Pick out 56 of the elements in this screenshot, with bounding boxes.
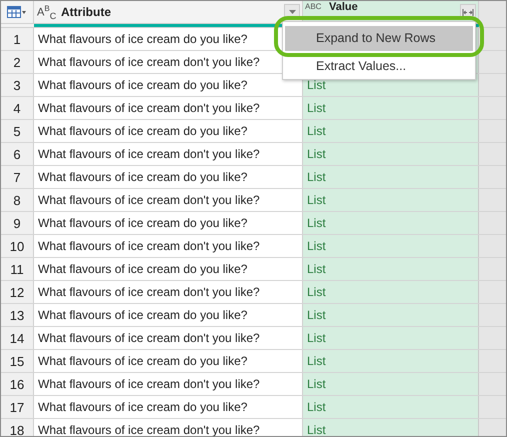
table-cell: What flavours of ice cream don't you like? — [34, 143, 303, 165]
row-number: 10 — [1, 235, 34, 257]
list-link[interactable]: List — [307, 331, 326, 345]
row-number: 12 — [1, 281, 34, 303]
table-cell: What flavours of ice cream don't you like? — [34, 235, 303, 257]
table-cell: What flavours of ice cream do you like? — [34, 212, 303, 234]
row-number: 4 — [1, 97, 34, 119]
table-cell: What flavours of ice cream do you like? — [34, 396, 303, 418]
list-link[interactable]: List — [307, 193, 326, 207]
list-link[interactable]: List — [307, 124, 326, 138]
list-link[interactable]: List — [307, 285, 326, 299]
row-number: 5 — [1, 120, 34, 142]
list-link[interactable]: List — [307, 377, 326, 391]
row-number: 15 — [1, 350, 34, 372]
table-cell: What flavours of ice cream do you like? — [34, 120, 303, 142]
table-cell: What flavours of ice cream do you like? — [34, 74, 303, 96]
table-cell: What flavours of ice cream don't you like? — [34, 281, 303, 303]
list-link[interactable]: List — [307, 147, 326, 161]
table-cell: What flavours of ice cream don't you like? — [34, 327, 303, 349]
row-number: 3 — [1, 74, 34, 96]
row-number: 11 — [1, 258, 34, 280]
list-link[interactable]: List — [307, 423, 326, 436]
list-link[interactable]: List — [307, 78, 326, 92]
list-link[interactable]: List — [307, 170, 326, 184]
caret-icon — [288, 10, 296, 14]
table-cell: What flavours of ice cream do you like? — [34, 350, 303, 372]
row-number: 16 — [1, 373, 34, 395]
table-cell: What flavours of ice cream do you like? — [34, 166, 303, 188]
row-number: 17 — [1, 396, 34, 418]
row-number: 2 — [1, 51, 34, 73]
column-header: Attribute — [61, 5, 112, 19]
row-number: 1 — [1, 28, 34, 50]
table-cell: What flavours of ice cream don't you like? — [34, 189, 303, 211]
any-type-icon: ABC — [305, 2, 325, 11]
table-icon[interactable] — [7, 6, 27, 18]
list-link[interactable]: List — [307, 354, 326, 368]
table-cell: What flavours of ice cream do you like? — [34, 258, 303, 280]
row-number: 14 — [1, 327, 34, 349]
table-cell: What flavours of ice cream don't you like? — [34, 373, 303, 395]
list-link[interactable]: List — [307, 262, 326, 276]
column-header: Value — [329, 1, 358, 13]
list-link[interactable]: List — [307, 308, 326, 322]
row-number: 9 — [1, 212, 34, 234]
table-cell: What flavours of ice cream do you like? — [34, 304, 303, 326]
row-number: 18 — [1, 419, 34, 436]
row-number: 13 — [1, 304, 34, 326]
menu-item[interactable]: Expand to New Rows — [285, 26, 473, 51]
list-link[interactable]: List — [307, 216, 326, 230]
list-link[interactable]: List — [307, 101, 326, 115]
list-link[interactable]: List — [307, 239, 326, 253]
row-number: 7 — [1, 166, 34, 188]
table-cell: What flavours of ice cream don't you like? — [34, 97, 303, 119]
double-arrow-icon — [462, 8, 474, 16]
row-number: 6 — [1, 143, 34, 165]
list-link[interactable]: List — [307, 400, 326, 414]
row-number: 8 — [1, 189, 34, 211]
